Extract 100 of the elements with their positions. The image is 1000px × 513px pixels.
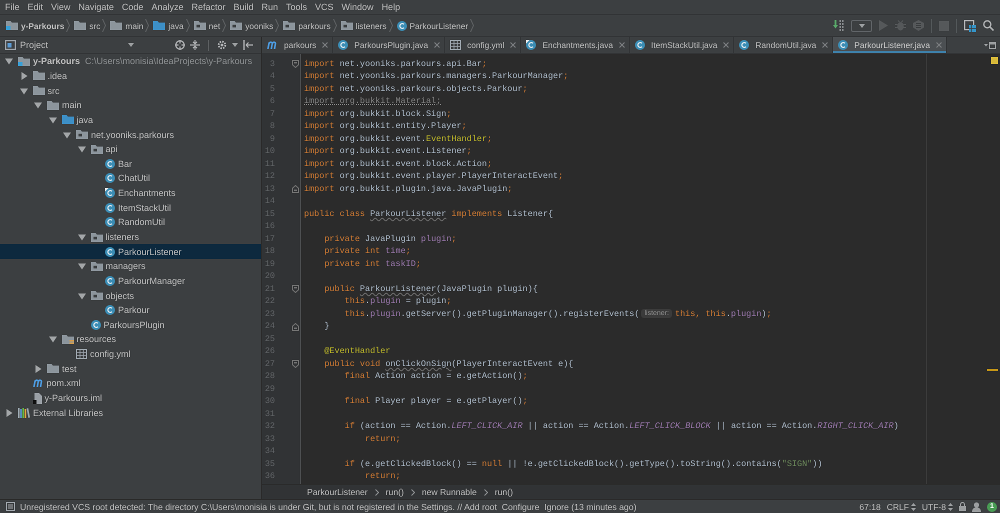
fold-icon[interactable] bbox=[292, 360, 299, 368]
gear-icon[interactable] bbox=[217, 40, 227, 50]
caret-down-icon[interactable] bbox=[78, 145, 86, 154]
tree-item[interactable]: ParkourManager bbox=[105, 274, 186, 288]
menu-item[interactable]: File bbox=[1, 0, 24, 14]
caret-down-icon[interactable] bbox=[232, 43, 238, 47]
close-icon[interactable] bbox=[510, 42, 516, 48]
tree-item[interactable]: test bbox=[34, 361, 77, 376]
tree-item[interactable]: config.yml bbox=[76, 346, 131, 362]
tree-item[interactable]: objects bbox=[78, 288, 134, 303]
tree-item[interactable]: External Libraries bbox=[5, 405, 104, 420]
panels-icon[interactable] bbox=[964, 20, 976, 32]
breadcrumb-item[interactable]: java bbox=[153, 20, 184, 30]
breadcrumb-item[interactable]: new Runnable bbox=[422, 487, 477, 497]
caret-right-icon[interactable] bbox=[5, 408, 13, 417]
menu-item[interactable]: Analyze bbox=[147, 0, 188, 14]
tree-item[interactable]: Parkour bbox=[105, 302, 150, 318]
collapse-icon[interactable] bbox=[190, 40, 200, 50]
view-selector[interactable]: Project bbox=[5, 40, 134, 50]
tree-item[interactable]: .idea bbox=[20, 68, 68, 84]
tree-item[interactable]: y-Parkours.iml bbox=[32, 390, 102, 406]
breadcrumb-item[interactable]: listeners bbox=[340, 20, 387, 30]
breadcrumb-item[interactable]: y-Parkours bbox=[6, 20, 64, 30]
close-icon[interactable] bbox=[434, 42, 440, 48]
close-icon[interactable] bbox=[822, 42, 828, 48]
search-icon[interactable] bbox=[983, 20, 994, 31]
caret-down-icon[interactable] bbox=[20, 86, 28, 95]
editor-tab[interactable]: ItemStackUtil.java bbox=[630, 37, 734, 53]
caret-down-icon[interactable] bbox=[34, 101, 42, 110]
caret-down-icon[interactable] bbox=[78, 233, 86, 241]
tree-item[interactable]: Enchantments bbox=[105, 186, 176, 200]
down-arrow-icon[interactable] bbox=[833, 20, 844, 31]
caret-right-icon[interactable] bbox=[20, 72, 28, 80]
editor-tab[interactable]: ParkoursPlugin.java bbox=[333, 37, 446, 53]
crosshair-icon[interactable] bbox=[175, 40, 185, 50]
menu-item[interactable]: Run bbox=[258, 0, 282, 14]
fold-icon[interactable] bbox=[292, 322, 299, 330]
tree-item[interactable]: api bbox=[78, 142, 118, 156]
menu-item[interactable]: VCS bbox=[311, 0, 338, 14]
editor-tab[interactable]: ParkourListener.java bbox=[833, 37, 947, 53]
close-icon[interactable] bbox=[723, 42, 730, 48]
editor-tab[interactable]: parkours bbox=[262, 37, 334, 53]
editor-tab[interactable]: Enchantments.java bbox=[521, 37, 630, 53]
breadcrumb-item[interactable]: run() bbox=[494, 487, 513, 497]
line-separator-selector[interactable]: CRLF bbox=[886, 502, 916, 512]
menu-item[interactable]: Code bbox=[118, 0, 148, 14]
status-marker-icon[interactable] bbox=[991, 57, 998, 64]
caret-down-icon[interactable] bbox=[78, 262, 86, 270]
breadcrumb-item[interactable]: parkours bbox=[283, 20, 331, 30]
breadcrumb-item[interactable]: run() bbox=[386, 487, 404, 497]
breadcrumb-item[interactable]: net bbox=[194, 20, 220, 30]
tree-item[interactable]: java bbox=[48, 112, 94, 128]
close-icon[interactable] bbox=[936, 42, 942, 48]
menu-item[interactable]: Edit bbox=[24, 0, 48, 14]
editor-tab[interactable]: config.yml bbox=[445, 37, 522, 53]
close-icon[interactable] bbox=[619, 42, 626, 48]
tree-item[interactable]: ParkoursPlugin bbox=[90, 318, 165, 332]
caret-down-icon[interactable] bbox=[128, 43, 134, 47]
lock-icon[interactable] bbox=[959, 502, 966, 511]
caret-down-icon[interactable] bbox=[858, 24, 864, 28]
caret-down-icon[interactable] bbox=[48, 116, 56, 124]
tree-item[interactable]: net.yooniks.parkours bbox=[63, 127, 174, 142]
encoding-selector[interactable]: UTF-8 bbox=[922, 502, 953, 512]
tree-item[interactable]: main bbox=[34, 98, 82, 113]
tree-item[interactable]: managers bbox=[78, 258, 146, 274]
fold-icon[interactable] bbox=[292, 60, 299, 68]
menu-item[interactable]: Window bbox=[338, 0, 378, 14]
fold-icon[interactable] bbox=[292, 185, 299, 193]
breadcrumb-item[interactable]: main bbox=[110, 20, 144, 30]
tree-item[interactable]: resources bbox=[48, 332, 116, 347]
breadcrumb-item[interactable]: yooniks bbox=[230, 20, 274, 30]
bar-arrow-icon[interactable] bbox=[243, 40, 253, 50]
breadcrumb-item[interactable]: ParkourListener bbox=[396, 20, 468, 30]
menu-item[interactable]: Help bbox=[378, 0, 404, 14]
menu-item[interactable]: View bbox=[47, 0, 74, 14]
stripe-marker-icon[interactable] bbox=[987, 369, 998, 371]
menu-item[interactable]: Tools bbox=[282, 0, 312, 14]
close-icon[interactable] bbox=[322, 42, 328, 48]
breadcrumb-item[interactable]: ParkourListener bbox=[307, 487, 368, 497]
menu-item[interactable]: Build bbox=[229, 0, 258, 14]
tree-item[interactable]: ChatUtil bbox=[105, 171, 150, 186]
tree-item[interactable]: pom.xml bbox=[32, 376, 81, 391]
breadcrumb-item[interactable]: src bbox=[74, 20, 100, 30]
person-icon[interactable] bbox=[972, 502, 981, 512]
menu-item[interactable]: Refactor bbox=[187, 0, 230, 14]
caret-down-icon[interactable] bbox=[78, 292, 86, 300]
tree-item[interactable]: Bar bbox=[105, 156, 132, 172]
tree-item[interactable]: RandomUtil bbox=[105, 215, 166, 230]
caret-down-icon[interactable] bbox=[63, 130, 71, 139]
configuration-dropdown[interactable] bbox=[851, 20, 872, 32]
fold-icon[interactable] bbox=[292, 285, 299, 293]
caret-down-icon[interactable] bbox=[48, 335, 56, 344]
tree-item[interactable]: ParkourListener bbox=[105, 244, 182, 259]
square-icon[interactable] bbox=[6, 502, 15, 511]
tab-list-icon[interactable] bbox=[984, 42, 996, 48]
tree-item[interactable]: src bbox=[20, 83, 60, 98]
cursor-position[interactable]: 67:18 bbox=[859, 502, 881, 512]
caret-right-icon[interactable] bbox=[34, 364, 42, 373]
menu-item[interactable]: Navigate bbox=[74, 0, 118, 14]
tree-item[interactable]: y-Parkours C:\Users\monisia\IdeaProjects\y-Parkours bbox=[5, 54, 252, 69]
